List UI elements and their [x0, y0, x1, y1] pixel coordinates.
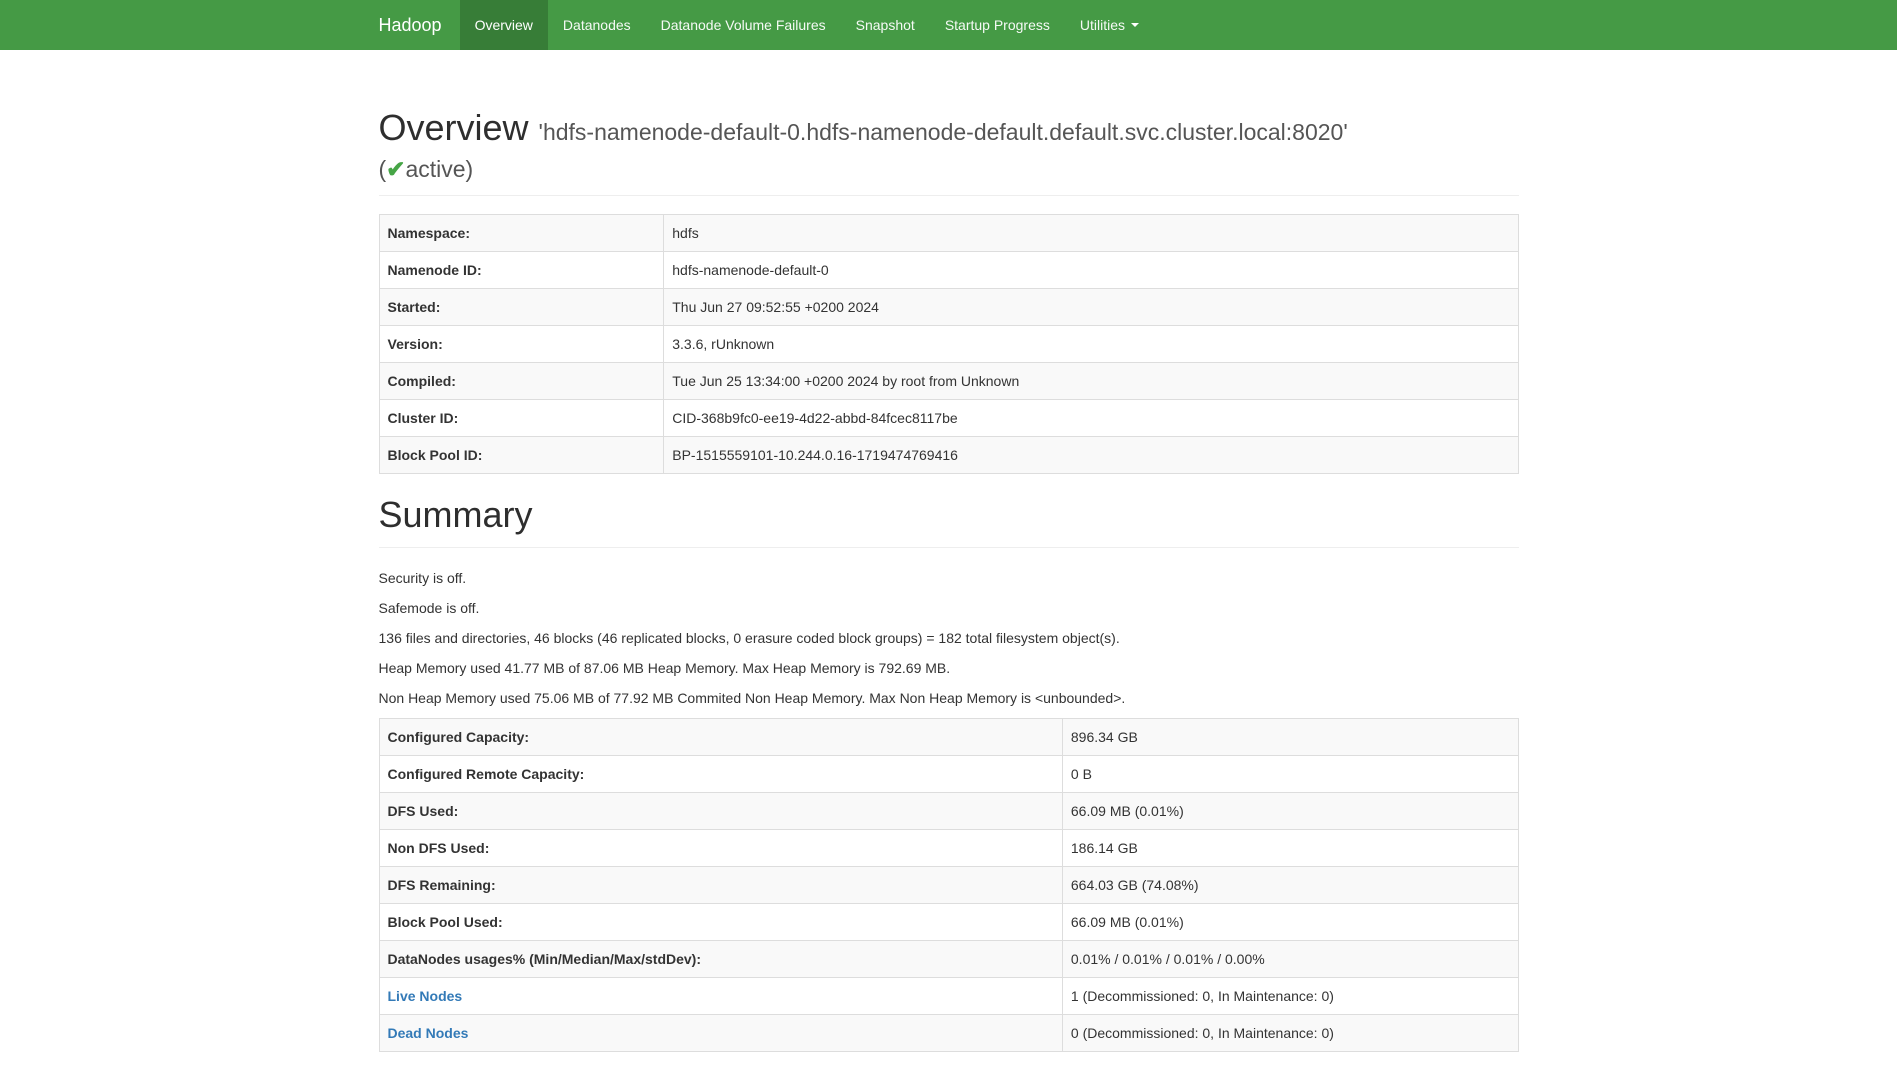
page-title-text: Overview	[379, 107, 529, 148]
table-row: Compiled: Tue Jun 25 13:34:00 +0200 2024…	[379, 362, 1518, 399]
nav-item-datanode-volume-failures[interactable]: Datanode Volume Failures	[646, 0, 841, 50]
info-label: Version:	[379, 325, 664, 362]
table-row: Started: Thu Jun 27 09:52:55 +0200 2024	[379, 288, 1518, 325]
summary-value: 66.09 MB (0.01%)	[1062, 904, 1518, 941]
caret-down-icon	[1131, 23, 1139, 27]
table-row: Dead Nodes 0 (Decommissioned: 0, In Main…	[379, 1015, 1518, 1052]
namenode-address: 'hdfs-namenode-default-0.hdfs-namenode-d…	[539, 119, 1348, 145]
summary-label: Live Nodes	[379, 978, 1062, 1015]
nav-item-label: Snapshot	[856, 17, 915, 33]
info-label: Namenode ID:	[379, 251, 664, 288]
info-value: hdfs-namenode-default-0	[664, 251, 1518, 288]
page-header: Overview 'hdfs-namenode-default-0.hdfs-n…	[379, 107, 1519, 196]
info-value: CID-368b9fc0-ee19-4d22-abbd-84fcec8117be	[664, 399, 1518, 436]
table-row: Block Pool Used: 66.09 MB (0.01%)	[379, 904, 1518, 941]
navbar: Hadoop Overview Datanodes Datanode Volum…	[0, 0, 1897, 50]
brand-hadoop[interactable]: Hadoop	[379, 0, 460, 50]
summary-label: Dead Nodes	[379, 1015, 1062, 1052]
table-row: Live Nodes 1 (Decommissioned: 0, In Main…	[379, 978, 1518, 1015]
info-value: BP-1515559101-10.244.0.16-1719474769416	[664, 436, 1518, 473]
safemode-status: Safemode is off.	[379, 598, 1519, 618]
summary-label: Configured Capacity:	[379, 719, 1062, 756]
live-nodes-link[interactable]: Live Nodes	[388, 988, 463, 1004]
summary-value: 66.09 MB (0.01%)	[1062, 793, 1518, 830]
summary-label: DataNodes usages% (Min/Median/Max/stdDev…	[379, 941, 1062, 978]
info-label: Compiled:	[379, 362, 664, 399]
info-value: 3.3.6, rUnknown	[664, 325, 1518, 362]
summary-value: 1 (Decommissioned: 0, In Maintenance: 0)	[1062, 978, 1518, 1015]
namenode-status: (✔active)	[379, 156, 1519, 182]
table-row: Block Pool ID: BP-1515559101-10.244.0.16…	[379, 436, 1518, 473]
table-row: DataNodes usages% (Min/Median/Max/stdDev…	[379, 941, 1518, 978]
summary-value: 896.34 GB	[1062, 719, 1518, 756]
nav-menu: Overview Datanodes Datanode Volume Failu…	[460, 0, 1154, 50]
table-row: Namespace: hdfs	[379, 214, 1518, 251]
summary-label: DFS Remaining:	[379, 867, 1062, 904]
dead-nodes-link[interactable]: Dead Nodes	[388, 1025, 469, 1041]
info-value: Tue Jun 25 13:34:00 +0200 2024 by root f…	[664, 362, 1518, 399]
table-row: Non DFS Used: 186.14 GB	[379, 830, 1518, 867]
nav-item-utilities[interactable]: Utilities	[1065, 0, 1154, 50]
navbar-inner: Hadoop Overview Datanodes Datanode Volum…	[364, 0, 1534, 50]
table-row: Namenode ID: hdfs-namenode-default-0	[379, 251, 1518, 288]
namenode-info-table: Namespace: hdfs Namenode ID: hdfs-nameno…	[379, 214, 1519, 474]
summary-value: 0 (Decommissioned: 0, In Maintenance: 0)	[1062, 1015, 1518, 1052]
table-row: DFS Used: 66.09 MB (0.01%)	[379, 793, 1518, 830]
info-value: Thu Jun 27 09:52:55 +0200 2024	[664, 288, 1518, 325]
summary-label: DFS Used:	[379, 793, 1062, 830]
status-text: active	[405, 156, 465, 182]
table-row: DFS Remaining: 664.03 GB (74.08%)	[379, 867, 1518, 904]
info-label: Block Pool ID:	[379, 436, 664, 473]
info-label: Namespace:	[379, 214, 664, 251]
nav-item-overview[interactable]: Overview	[460, 0, 548, 50]
summary-label: Block Pool Used:	[379, 904, 1062, 941]
heap-memory: Heap Memory used 41.77 MB of 87.06 MB He…	[379, 658, 1519, 678]
filesystem-objects: 136 files and directories, 46 blocks (46…	[379, 628, 1519, 648]
nav-item-label: Datanode Volume Failures	[661, 17, 826, 33]
info-label: Started:	[379, 288, 664, 325]
main-content: Overview 'hdfs-namenode-default-0.hdfs-n…	[364, 107, 1534, 1052]
nav-item-label: Utilities	[1080, 17, 1125, 33]
summary-value: 0 B	[1062, 756, 1518, 793]
nav-item-label: Startup Progress	[945, 17, 1050, 33]
table-row: Configured Capacity: 896.34 GB	[379, 719, 1518, 756]
table-row: Configured Remote Capacity: 0 B	[379, 756, 1518, 793]
nav-item-startup-progress[interactable]: Startup Progress	[930, 0, 1065, 50]
summary-title: Summary	[379, 494, 1519, 535]
summary-value: 0.01% / 0.01% / 0.01% / 0.00%	[1062, 941, 1518, 978]
nav-item-datanodes[interactable]: Datanodes	[548, 0, 646, 50]
table-row: Version: 3.3.6, rUnknown	[379, 325, 1518, 362]
table-row: Cluster ID: CID-368b9fc0-ee19-4d22-abbd-…	[379, 399, 1518, 436]
nav-item-label: Overview	[475, 17, 533, 33]
nav-item-snapshot[interactable]: Snapshot	[841, 0, 930, 50]
summary-label: Non DFS Used:	[379, 830, 1062, 867]
summary-value: 664.03 GB (74.08%)	[1062, 867, 1518, 904]
summary-header: Summary	[379, 494, 1519, 548]
security-status: Security is off.	[379, 568, 1519, 588]
page-title: Overview 'hdfs-namenode-default-0.hdfs-n…	[379, 107, 1519, 183]
summary-value: 186.14 GB	[1062, 830, 1518, 867]
status-close-paren: )	[466, 156, 474, 182]
info-label: Cluster ID:	[379, 399, 664, 436]
non-heap-memory: Non Heap Memory used 75.06 MB of 77.92 M…	[379, 688, 1519, 708]
nav-item-label: Datanodes	[563, 17, 631, 33]
summary-label: Configured Remote Capacity:	[379, 756, 1062, 793]
info-value: hdfs	[664, 214, 1518, 251]
check-icon: ✔	[386, 156, 405, 182]
summary-table: Configured Capacity: 896.34 GB Configure…	[379, 718, 1519, 1052]
